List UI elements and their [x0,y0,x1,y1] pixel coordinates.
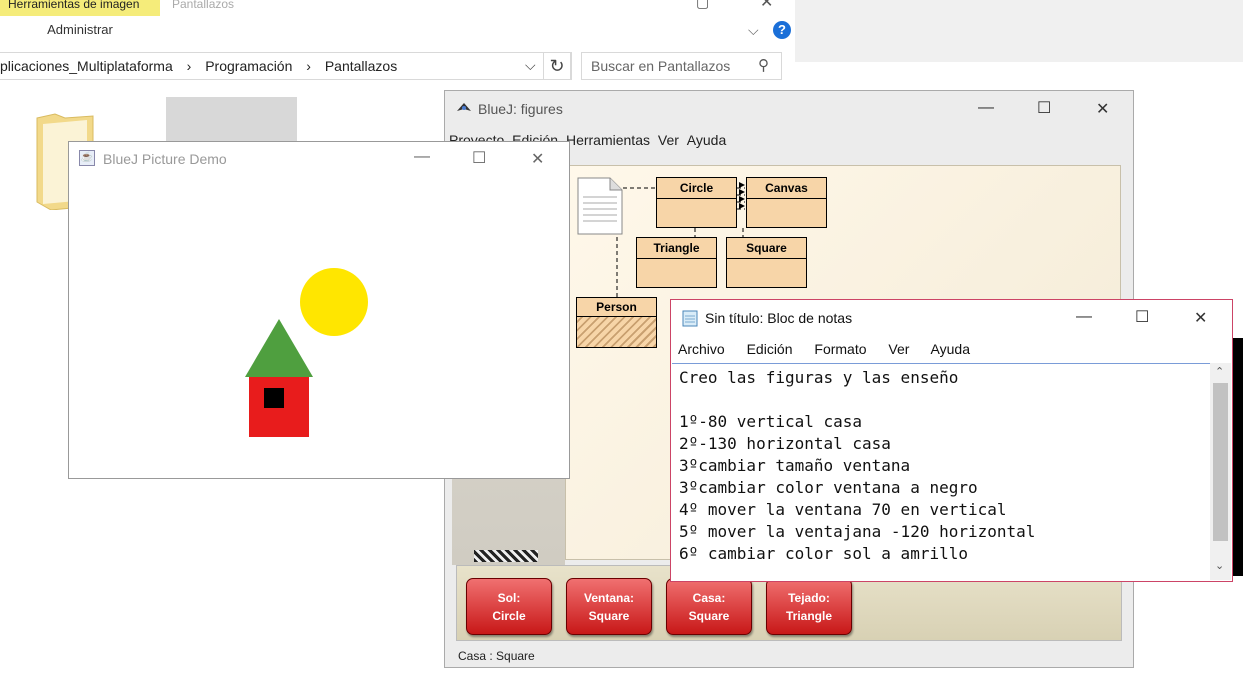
image-thumbnail[interactable] [166,97,297,147]
object-sol[interactable]: Sol: Circle [466,578,552,635]
refresh-icon[interactable]: ↻ [543,52,571,80]
object-type: Circle [492,609,526,623]
bluej-title: BlueJ: figures [478,101,563,117]
class-square[interactable]: Square [726,237,807,288]
object-name: Casa: [692,591,726,605]
object-type: Triangle [785,609,832,623]
window-square [264,388,284,408]
notepad-icon [682,310,698,327]
help-icon[interactable]: ? [773,21,791,39]
breadcrumb-separator[interactable]: › [306,58,311,74]
search-input[interactable]: Buscar en Pantallazos [581,52,782,80]
scroll-up-icon[interactable]: ⌃ [1215,365,1224,378]
close-icon[interactable]: ✕ [760,0,773,12]
ribbon-tab-image-tools[interactable]: Herramientas de imagen [0,0,160,16]
class-person[interactable]: Person [576,297,657,348]
object-ventana[interactable]: Ventana: Square [566,578,652,635]
object-type: Square [588,609,630,623]
breadcrumb-separator[interactable]: › [187,58,192,74]
readme-icon[interactable] [577,177,623,235]
object-name: Tejado: [788,591,830,605]
notepad-title: Sin título: Bloc de notas [705,310,853,326]
object-tejado[interactable]: Tejado: Triangle [766,578,852,635]
class-circle[interactable]: Circle [656,177,737,228]
menu-ver[interactable]: Ver [658,132,679,148]
breadcrumb-item[interactable]: plicaciones_Multiplataforma [0,58,173,74]
menu-archivo[interactable]: Archivo [678,341,725,357]
menu-edicion[interactable]: Edición [747,341,793,357]
status-bar: Casa : Square [458,649,535,663]
terminal-window [1233,338,1243,576]
maximize-button[interactable]: ☐ [1135,307,1149,327]
progress-indicator [474,550,538,562]
menu-herramientas[interactable]: Herramientas [566,132,650,148]
menu-ayuda[interactable]: Ayuda [687,132,726,148]
breadcrumb-item[interactable]: Pantallazos [325,58,397,74]
notepad-text-area[interactable]: Creo las figuras y las enseño 1º-80 vert… [672,363,1210,580]
ribbon-tab-pantallazos[interactable]: Pantallazos [172,0,234,10]
picture-canvas [245,268,368,437]
scrollbar-thumb[interactable] [1213,383,1228,541]
desktop-area [795,0,1243,62]
close-button[interactable]: ✕ [1096,99,1109,119]
class-triangle-label: Triangle [637,238,716,259]
scroll-down-icon[interactable]: ⌄ [1215,559,1224,572]
roof-triangle [245,319,313,377]
class-canvas-label: Canvas [747,178,826,199]
minimize-button[interactable]: — [1076,308,1092,326]
address-bar[interactable]: plicaciones_Multiplataforma › Programaci… [0,52,572,80]
close-button[interactable]: ✕ [1194,308,1207,328]
class-circle-label: Circle [657,178,736,199]
address-dropdown-icon[interactable]: ⌵ [525,57,536,74]
chevron-down-icon[interactable]: ⌵ [748,22,759,39]
sun-circle [300,268,368,336]
search-icon[interactable]: ⚲ [758,56,769,74]
ribbon-manage-label[interactable]: Administrar [0,16,160,44]
maximize-button[interactable]: ☐ [1037,98,1051,118]
menu-formato[interactable]: Formato [814,341,866,357]
minimize-icon[interactable]: ▢ [696,0,709,11]
object-type: Square [688,609,730,623]
bluej-logo-icon [456,101,472,115]
class-person-label: Person [577,298,656,317]
class-square-label: Square [727,238,806,259]
breadcrumb-item[interactable]: Programación [205,58,292,74]
notepad-menubar: Archivo Edición Formato Ver Ayuda [678,341,988,357]
menu-ver[interactable]: Ver [888,341,909,357]
object-name: Sol: [497,591,521,605]
object-casa[interactable]: Casa: Square [666,578,752,635]
vertical-scrollbar[interactable]: ⌃ ⌄ [1210,363,1231,580]
minimize-button[interactable]: — [978,99,994,117]
object-name: Ventana: [583,591,634,605]
class-canvas[interactable]: Canvas [746,177,827,228]
menu-ayuda[interactable]: Ayuda [931,341,970,357]
class-triangle[interactable]: Triangle [636,237,717,288]
